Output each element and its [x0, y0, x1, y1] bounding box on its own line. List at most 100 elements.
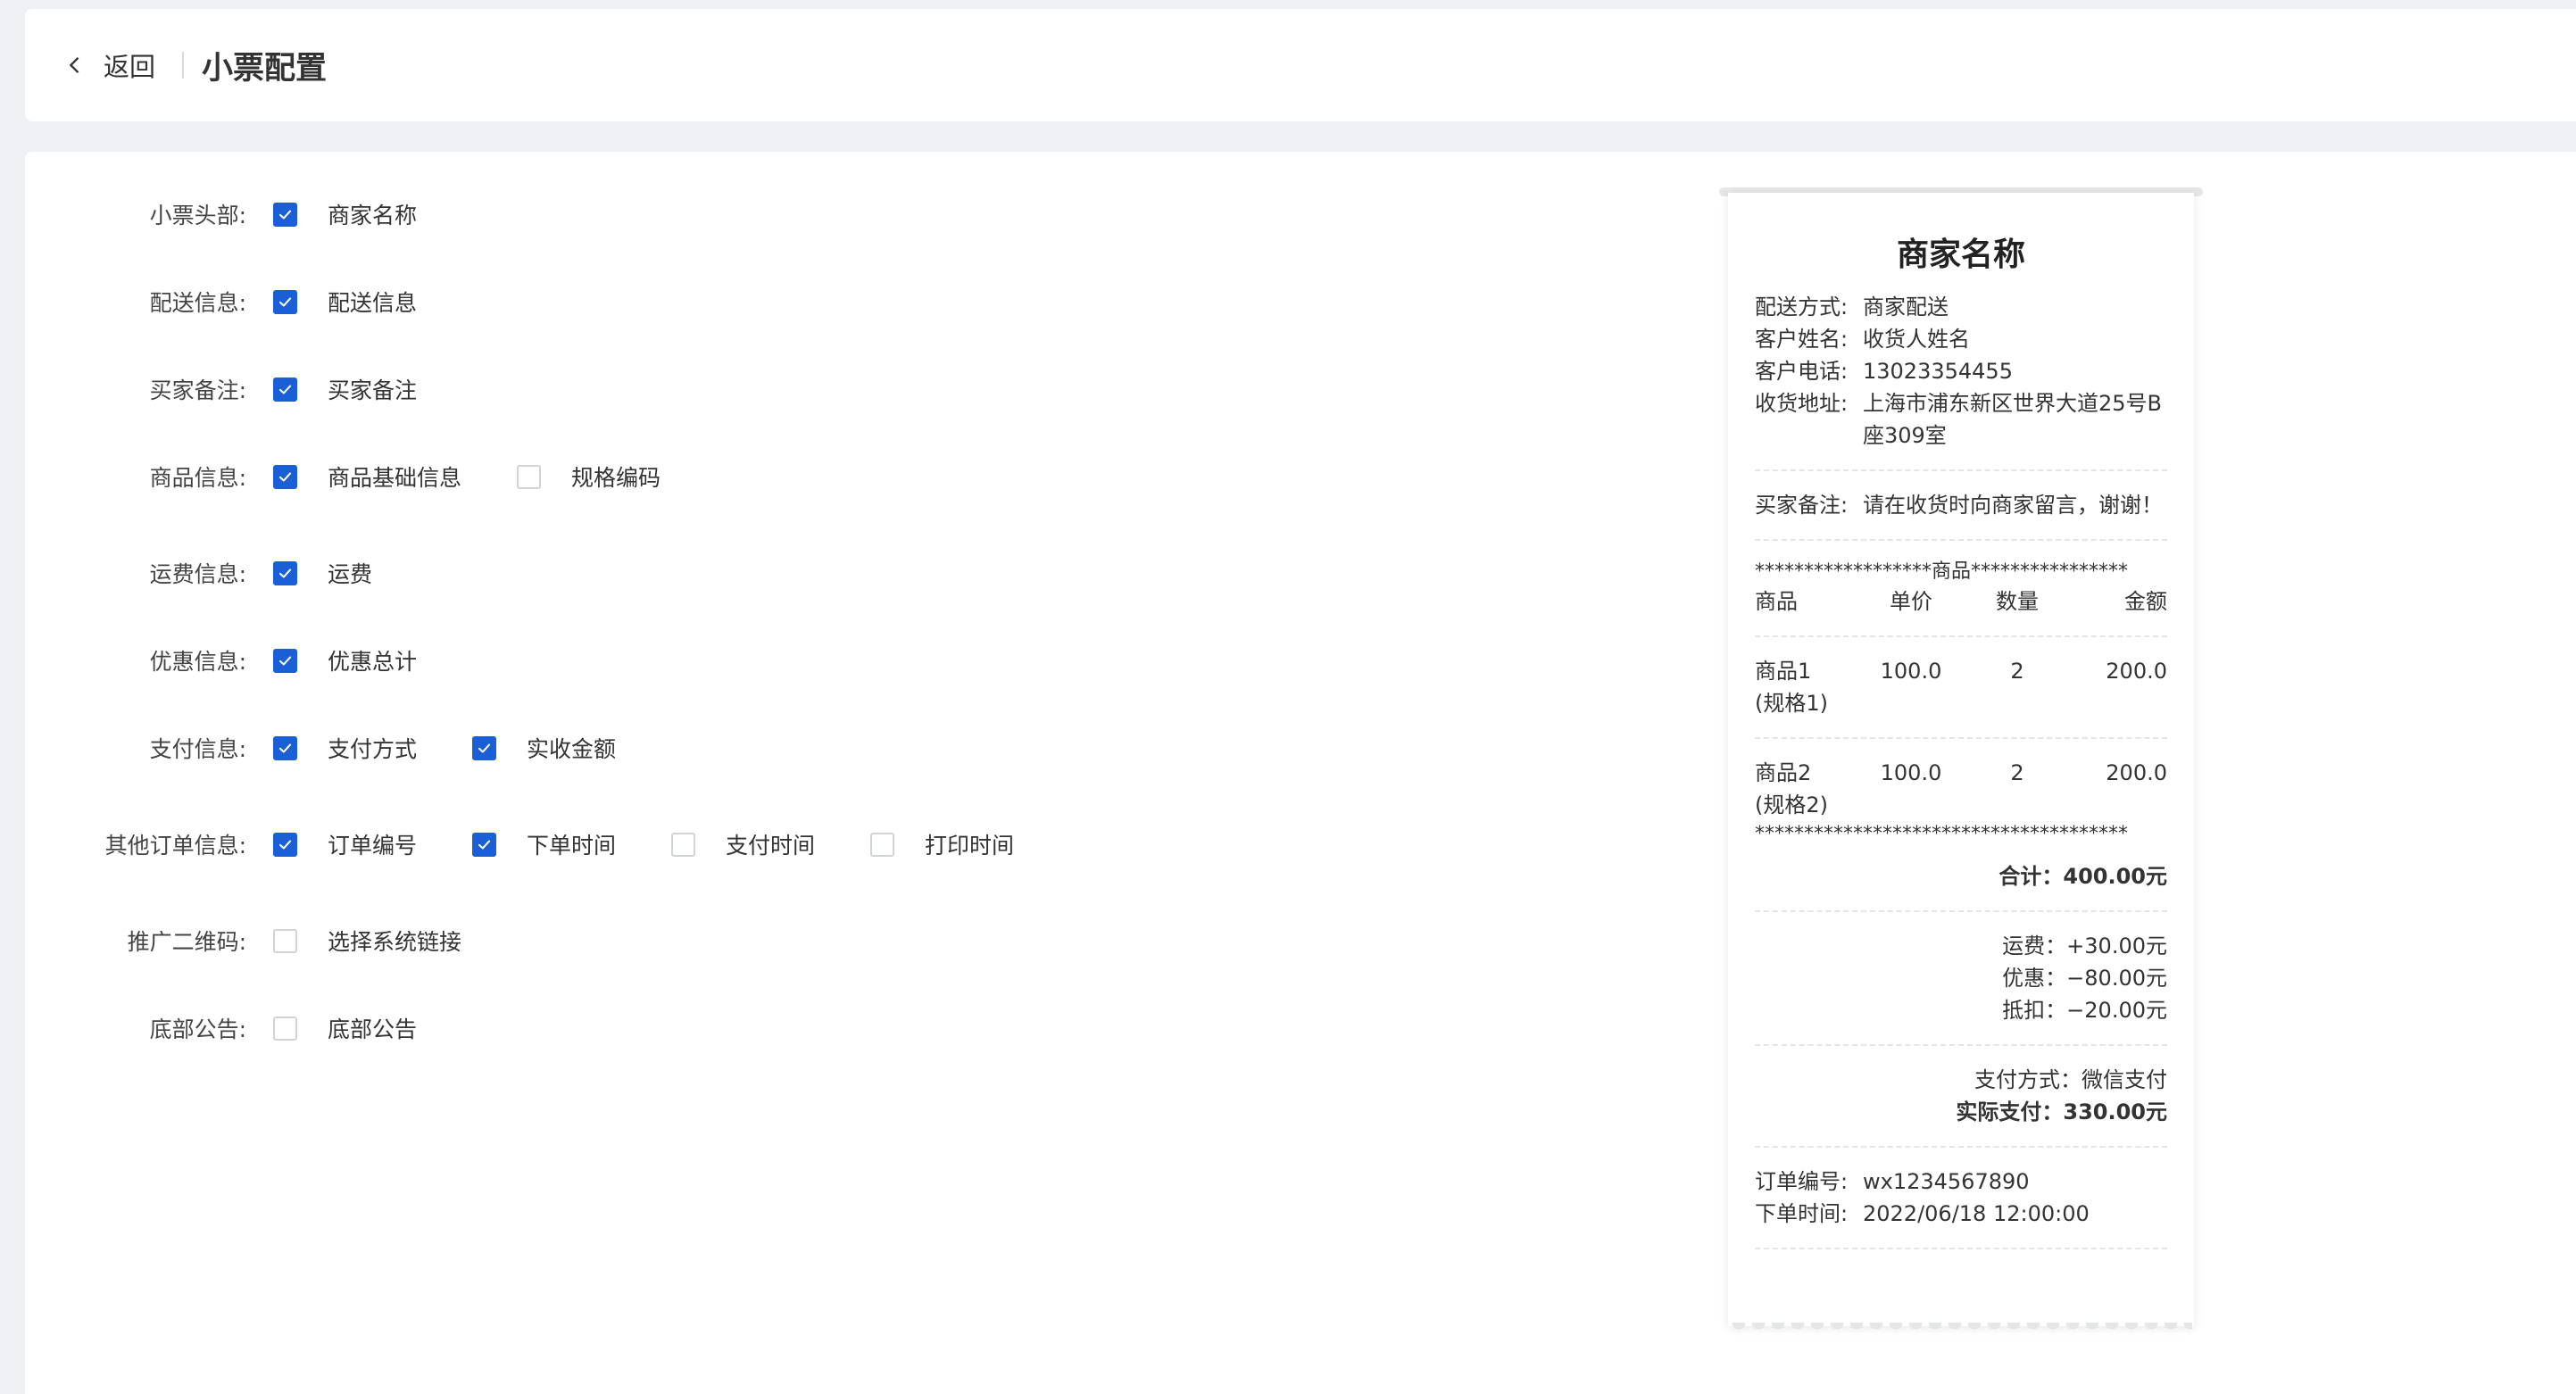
- config-row-label: 运费信息:: [149, 561, 246, 587]
- goods-qty: 2: [2010, 659, 2024, 684]
- config-row: 支付信息: 支付方式 实收金额: [25, 730, 616, 766]
- config-row: 小票头部: 商家名称: [25, 196, 417, 232]
- checkbox-checked[interactable]: [273, 832, 297, 857]
- receipt-divider: [1755, 1146, 2167, 1148]
- receipt-goods-banner: ******************商品****************: [1755, 560, 2129, 583]
- config-option-label: 配送信息: [328, 290, 418, 316]
- config-row-label: 配送信息:: [149, 290, 246, 316]
- checkbox-unchecked[interactable]: [273, 1016, 297, 1041]
- config-row: 其他订单信息: 订单编号 下单时间 支付时间 打印时间: [25, 826, 1014, 862]
- config-row: 商品信息: 商品基础信息 规格编码: [25, 459, 661, 494]
- back-button[interactable]: 返回: [62, 46, 155, 84]
- checkbox-checked[interactable]: [273, 202, 297, 227]
- config-row-label: 商品信息:: [149, 465, 246, 491]
- goods-spec: (规格2): [1755, 792, 1828, 817]
- config-option[interactable]: 底部公告: [273, 1012, 417, 1044]
- goods-name: 商品1: [1755, 659, 1812, 684]
- page-title: 小票配置: [202, 50, 328, 87]
- checkbox-checked[interactable]: [273, 648, 297, 673]
- config-row-label: 小票头部:: [149, 203, 246, 228]
- config-option-label: 订单编号: [328, 833, 418, 859]
- config-option[interactable]: 运费: [273, 557, 372, 589]
- checkbox-checked[interactable]: [273, 377, 297, 402]
- receipt-goods-spec: (规格2): [1755, 789, 2167, 821]
- config-row: 运费信息: 运费: [25, 555, 372, 591]
- checkbox-unchecked[interactable]: [671, 832, 696, 857]
- check-icon: [478, 743, 491, 752]
- back-label: 返回: [104, 52, 156, 82]
- config-row-label: 底部公告:: [149, 1016, 246, 1042]
- checkbox-checked[interactable]: [273, 735, 297, 760]
- receipt-customer-phone: 客户电话: 13023354455: [1755, 355, 2167, 387]
- config-option[interactable]: 商品基础信息: [273, 461, 461, 493]
- receipt-value: 请在收货时向商家留言，谢谢！: [1863, 493, 2163, 518]
- config-option-label: 运费: [328, 561, 373, 587]
- receipt-deduct: 抵扣：−20.00元: [2002, 998, 2167, 1023]
- config-option[interactable]: 支付时间: [671, 828, 815, 860]
- config-row-label: 优惠信息:: [149, 649, 246, 675]
- check-icon: [278, 743, 292, 752]
- config-option[interactable]: 支付方式: [273, 732, 417, 764]
- config-option[interactable]: 配送信息: [273, 286, 417, 318]
- config-option[interactable]: 买家备注: [273, 373, 417, 405]
- config-option[interactable]: 实收金额: [472, 732, 616, 764]
- receipt-goods-spec: (规格1): [1755, 687, 2167, 719]
- config-option-label: 打印时间: [925, 833, 1015, 859]
- receipt-key: 收货地址:: [1755, 391, 1849, 416]
- check-icon: [478, 840, 491, 849]
- config-row-label: 买家备注:: [149, 378, 246, 403]
- receipt-preview: 商家名称 配送方式: 商家配送 客户姓名: 收货人姓名 客户电话: 130233…: [1719, 187, 2203, 1337]
- config-row: 配送信息: 配送信息: [25, 284, 417, 319]
- goods-col-qty: 数量: [1996, 589, 2039, 614]
- checkbox-unchecked[interactable]: [517, 464, 542, 489]
- config-option[interactable]: 优惠总计: [273, 644, 417, 676]
- checkbox-checked[interactable]: [472, 832, 497, 857]
- goods-col-name: 商品: [1755, 589, 1798, 614]
- check-icon: [278, 568, 292, 577]
- goods-amount: 200.0: [2106, 760, 2167, 785]
- config-option[interactable]: 订单编号: [273, 828, 417, 860]
- receipt-value: 收货人姓名: [1863, 327, 1970, 352]
- receipt-paper: 商家名称 配送方式: 商家配送 客户姓名: 收货人姓名 客户电话: 130233…: [1728, 193, 2194, 1326]
- config-option-label: 规格编码: [571, 465, 661, 491]
- receipt-goods-end: **************************************: [1755, 823, 2128, 845]
- receipt-divider: [1755, 737, 2167, 739]
- goods-spec: (规格1): [1755, 691, 1828, 716]
- config-option[interactable]: 规格编码: [517, 461, 661, 493]
- config-option-label: 支付时间: [726, 833, 816, 859]
- receipt-order-time: 下单时间: 2022/06/18 12:00:00: [1755, 1198, 2167, 1230]
- page: 返回 小票配置 小票头部: 商家名称配送信息: 配送信息买家备注: 买家备注商品信息:…: [0, 0, 2576, 1394]
- check-icon: [278, 210, 292, 219]
- receipt-goods-row: 商品1 100.0 2 200.0: [1755, 655, 2167, 687]
- receipt-delivery-method: 配送方式: 商家配送: [1755, 291, 2167, 323]
- config-option[interactable]: 打印时间: [870, 828, 1014, 860]
- receipt-divider: [1755, 910, 2167, 912]
- checkbox-unchecked[interactable]: [273, 928, 297, 953]
- config-panel: 小票头部: 商家名称配送信息: 配送信息买家备注: 买家备注商品信息: 商品基础信息 规格…: [25, 152, 2576, 1394]
- receipt-buyer-note: 买家备注: 请在收货时向商家留言，谢谢！: [1755, 489, 2167, 521]
- receipt-discount: 优惠：−80.00元: [2002, 966, 2167, 991]
- config-row-label: 支付信息:: [149, 736, 246, 762]
- receipt-key: 客户姓名:: [1755, 327, 1849, 352]
- receipt-goods-row: 商品2 100.0 2 200.0: [1755, 757, 2167, 789]
- check-icon: [278, 656, 292, 665]
- checkbox-checked[interactable]: [273, 560, 297, 585]
- chevron-left-icon: [62, 53, 87, 78]
- receipt-merchant-name: 商家名称: [1896, 236, 2025, 273]
- check-icon: [278, 840, 292, 849]
- receipt-customer-name: 客户姓名: 收货人姓名: [1755, 323, 2167, 355]
- receipt-divider: [1755, 1248, 2167, 1249]
- receipt-address: 收货地址: 上海市浦东新区世界大道25号B座309室: [1755, 387, 2167, 452]
- checkbox-unchecked[interactable]: [870, 832, 895, 857]
- checkbox-checked[interactable]: [273, 464, 297, 489]
- config-option-label: 选择系统链接: [328, 929, 462, 955]
- checkbox-checked[interactable]: [472, 735, 497, 760]
- config-option-label: 下单时间: [527, 833, 617, 859]
- checkbox-checked[interactable]: [273, 289, 297, 314]
- config-option[interactable]: 选择系统链接: [273, 925, 461, 957]
- receipt-divider: [1755, 469, 2167, 471]
- config-option[interactable]: 下单时间: [472, 828, 616, 860]
- config-row-label: 推广二维码:: [127, 929, 246, 955]
- config-option-label: 买家备注: [328, 378, 418, 403]
- config-option[interactable]: 商家名称: [273, 198, 417, 230]
